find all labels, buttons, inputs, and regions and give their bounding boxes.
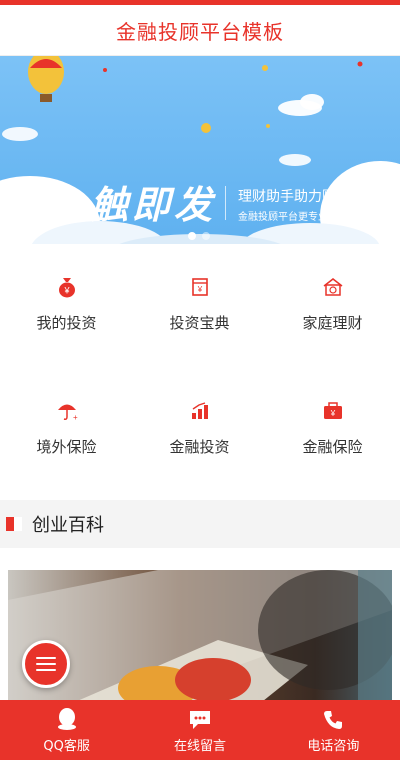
money-bag-icon: ¥ — [54, 274, 80, 300]
qq-icon — [57, 708, 76, 730]
nav-item-financial-insurance[interactable]: ¥ 金融保险 — [266, 368, 399, 488]
nav-item-my-investment[interactable]: ¥ 我的投资 — [0, 244, 133, 364]
nav-label: 境外保险 — [36, 438, 97, 456]
banner-line1: 理财助手助力财富增值 — [238, 189, 378, 205]
page-title: 金融投顾平台模板 — [116, 19, 284, 44]
nav-label: 金融保险 — [302, 438, 363, 456]
carousel-indicators — [188, 232, 210, 240]
section-title: 创业百科 — [32, 515, 104, 536]
chat-icon — [189, 711, 210, 729]
nav-item-financial-investment[interactable]: 金融投资 — [133, 368, 266, 488]
book-icon: ¥ — [187, 274, 213, 300]
phone-icon — [324, 711, 343, 729]
footer-label: 在线留言 — [173, 739, 226, 754]
hot-air-balloon-icon — [28, 56, 64, 102]
banner-slogan: 一触即发 — [48, 183, 217, 227]
carousel-dot[interactable] — [202, 232, 210, 240]
feature-grid: ¥ 我的投资 ¥ 投资宝典 家庭理财 + 境外保险 金融投资 ¥ 金融保险 — [0, 244, 400, 500]
footer-item-qq[interactable]: QQ客服 — [0, 700, 133, 760]
page: 金融投顾平台模板 一触即发 理财助手助力财富增值 金融投顾平台更专业才能更放心 … — [0, 0, 400, 760]
nav-label: 投资宝典 — [169, 314, 230, 332]
footer-label: 电话咨询 — [307, 739, 360, 754]
svg-text:¥: ¥ — [329, 409, 335, 418]
svg-text:¥: ¥ — [196, 285, 202, 294]
section-header: 创业百科 — [0, 500, 400, 548]
house-icon — [320, 274, 346, 300]
svg-text:¥: ¥ — [63, 286, 70, 296]
banner-line2: 金融投顾平台更专业才能更放心 — [238, 212, 378, 223]
banner-divider — [225, 186, 226, 220]
banner-carousel[interactable]: 一触即发 理财助手助力财富增值 金融投顾平台更专业才能更放心 — [0, 56, 400, 244]
section-marker — [6, 517, 22, 531]
svg-text:+: + — [73, 413, 78, 421]
credit-card-photo — [8, 570, 392, 705]
article-image[interactable] — [8, 570, 392, 705]
nav-label: 我的投资 — [36, 314, 97, 332]
menu-icon — [36, 657, 56, 671]
footer-item-phone[interactable]: 电话咨询 — [267, 700, 400, 760]
nav-label: 金融投资 — [169, 438, 230, 456]
carousel-dot[interactable] — [188, 232, 196, 240]
menu-fab-button[interactable] — [22, 640, 70, 688]
nav-item-overseas-insurance[interactable]: + 境外保险 — [0, 368, 133, 488]
nav-item-family-finance[interactable]: 家庭理财 — [266, 244, 399, 364]
footer-label: QQ客服 — [43, 739, 90, 754]
coins-growth-icon — [187, 398, 213, 424]
nav-item-investment-guide[interactable]: ¥ 投资宝典 — [133, 244, 266, 364]
briefcase-icon: ¥ — [320, 398, 346, 424]
bottom-bar: QQ客服 在线留言 电话咨询 — [0, 700, 400, 760]
nav-label: 家庭理财 — [302, 314, 363, 332]
umbrella-icon: + — [54, 398, 80, 424]
footer-item-message[interactable]: 在线留言 — [133, 700, 266, 760]
header: 金融投顾平台模板 — [0, 5, 400, 56]
